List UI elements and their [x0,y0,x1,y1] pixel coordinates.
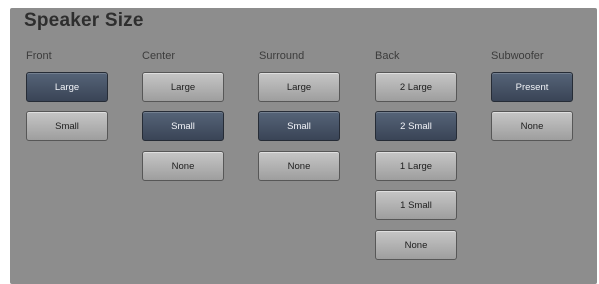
center-header: Center [142,50,176,62]
surround-header: Surround [259,50,305,62]
back-2-small-button[interactable]: 2 Small [375,111,457,141]
subwoofer-header: Subwoofer [491,50,544,62]
back-none-button[interactable]: None [375,230,457,260]
front-header: Front [26,50,52,62]
center-large-button[interactable]: Large [142,72,224,102]
surround-small-button[interactable]: Small [258,111,340,141]
back-1-small-button[interactable]: 1 Small [375,190,457,220]
page-title: Speaker Size [24,10,144,31]
back-2-large-button[interactable]: 2 Large [375,72,457,102]
speaker-size-panel: Speaker Size Front Large Small Center La… [10,8,597,284]
subwoofer-present-button[interactable]: Present [491,72,573,102]
center-none-button[interactable]: None [142,151,224,181]
front-large-button[interactable]: Large [26,72,108,102]
back-1-large-button[interactable]: 1 Large [375,151,457,181]
subwoofer-none-button[interactable]: None [491,111,573,141]
front-small-button[interactable]: Small [26,111,108,141]
surround-large-button[interactable]: Large [258,72,340,102]
center-small-button[interactable]: Small [142,111,224,141]
surround-none-button[interactable]: None [258,151,340,181]
back-header: Back [375,50,400,62]
